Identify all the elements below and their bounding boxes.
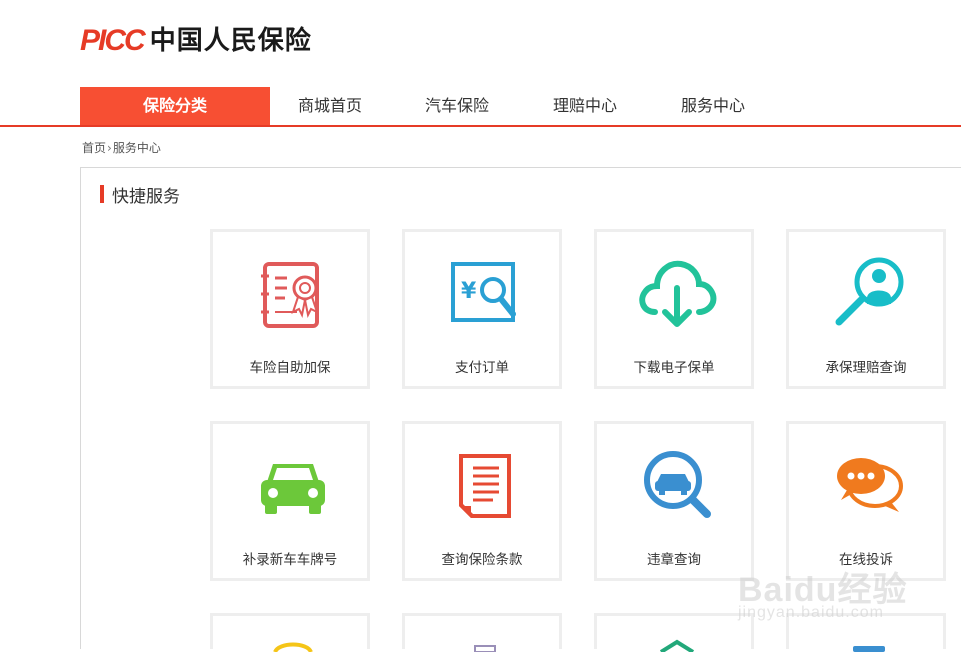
service-card-violation-query[interactable]: 违章查询 xyxy=(594,421,754,581)
service-label: 支付订单 xyxy=(455,360,509,376)
service-card-partial[interactable] xyxy=(594,613,754,652)
service-card-download-policy[interactable]: 下载电子保单 xyxy=(594,229,754,389)
baidu-watermark: Baidu经验 jingyan.baidu.com xyxy=(738,548,938,638)
service-label: 承保理赔查询 xyxy=(825,360,907,376)
nav-item-service-center[interactable]: 服务中心 xyxy=(681,87,745,125)
partial-icon xyxy=(659,639,695,652)
payment-search-icon: ¥ xyxy=(451,262,516,322)
nav-underline xyxy=(0,125,961,127)
section-title: 快捷服务 xyxy=(100,183,180,207)
partial-icon xyxy=(853,646,885,652)
service-card-partial[interactable] xyxy=(210,613,370,652)
service-card-query-terms[interactable]: 查询保险条款 xyxy=(402,421,562,581)
breadcrumb-separator: › xyxy=(107,141,112,155)
nav-item-claims-center[interactable]: 理赔中心 xyxy=(553,87,617,125)
service-label: 查询保险条款 xyxy=(441,552,523,568)
service-card-add-plate-number[interactable]: 补录新车车牌号 xyxy=(210,421,370,581)
car-icon xyxy=(261,464,325,514)
nav-item-mall-home[interactable]: 商城首页 xyxy=(298,87,362,125)
logo-chinese-text: 中国人民保险 xyxy=(149,26,312,56)
cloud-download-icon xyxy=(639,260,717,327)
breadcrumb: 首页›服务中心 xyxy=(82,139,161,156)
section-title-bar xyxy=(100,185,104,203)
service-label: 违章查询 xyxy=(647,552,701,568)
partial-icon xyxy=(273,642,313,652)
service-label: 下载电子保单 xyxy=(633,360,715,376)
certificate-icon xyxy=(261,262,319,328)
nav-insurance-category[interactable]: 保险分类 xyxy=(80,87,270,125)
service-card-self-add-insurance[interactable]: 车险自助加保 xyxy=(210,229,370,389)
service-label: 补录新车车牌号 xyxy=(242,552,338,568)
service-card-policy-claim-query[interactable]: 承保理赔查询 xyxy=(786,229,946,389)
logo-latin-text: PICC xyxy=(80,24,146,57)
service-card-partial[interactable] xyxy=(402,613,562,652)
document-icon xyxy=(459,454,511,518)
service-label: 车险自助加保 xyxy=(249,360,331,376)
service-card-pay-order[interactable]: ¥ 支付订单 xyxy=(402,229,562,389)
picc-logo[interactable]: PICC 中国人民保险 xyxy=(80,24,312,57)
breadcrumb-current: 服务中心 xyxy=(112,141,161,155)
nav-item-car-insurance[interactable]: 汽车保险 xyxy=(425,87,489,125)
chat-bubbles-icon xyxy=(837,458,903,512)
watermark-subtext: jingyan.baidu.com xyxy=(738,604,884,621)
section-title-text: 快捷服务 xyxy=(112,186,180,207)
person-search-icon xyxy=(835,257,904,326)
car-search-icon xyxy=(644,451,711,518)
breadcrumb-home[interactable]: 首页 xyxy=(82,141,106,155)
partial-icon xyxy=(474,645,496,652)
svg-text:¥: ¥ xyxy=(461,279,477,304)
